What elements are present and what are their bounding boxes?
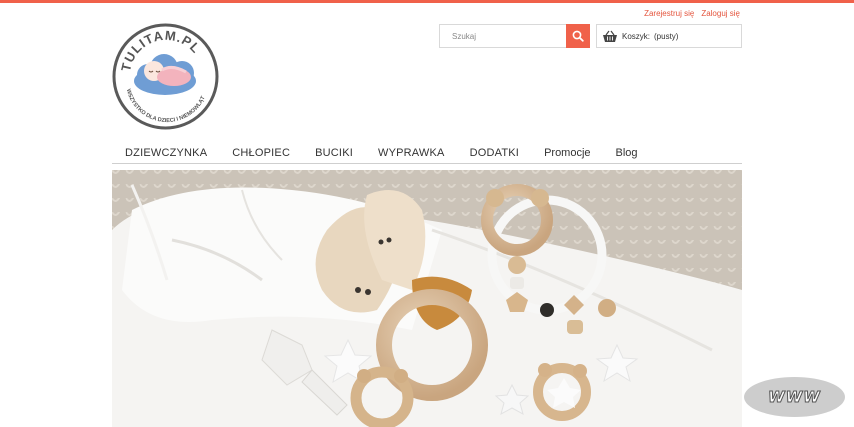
search-box [439,24,590,48]
basket-icon [603,30,617,42]
nav-item-chlopiec[interactable]: CHŁOPIEC [232,145,290,161]
search-icon [572,30,584,42]
search-input[interactable] [440,25,566,47]
nav-item-blog[interactable]: Blog [616,145,638,161]
site-logo[interactable]: TULITAM.PL WSZYSTKO DLA DZIECI I NIEMOWL… [112,23,219,130]
cart-label: Koszyk: [622,31,651,41]
nav-item-dodatki[interactable]: DODATKI [470,145,519,161]
cart-status: (pusty) [654,31,679,41]
login-link[interactable]: Zaloguj się [701,9,740,18]
nav-item-promocje[interactable]: Promocje [544,145,590,161]
www-badge-label: WWW [768,388,821,407]
nav-item-buciki[interactable]: BUCIKI [315,145,353,161]
www-badge[interactable]: WWW [744,377,845,417]
main-navigation: DZIEWCZYNKA CHŁOPIEC BUCIKI WYPRAWKA DOD… [112,145,742,164]
top-accent-bar [0,0,854,3]
nav-item-dziewczynka[interactable]: DZIEWCZYNKA [125,145,207,161]
search-button[interactable] [566,24,590,48]
hero-photo [112,170,742,427]
account-links: Zarejestruj się Zaloguj się [644,9,740,18]
register-link[interactable]: Zarejestruj się [644,9,694,18]
nav-item-wyprawka[interactable]: WYPRAWKA [378,145,445,161]
hero-banner[interactable] [112,170,742,427]
cart-widget[interactable]: Koszyk: (pusty) [596,24,742,48]
